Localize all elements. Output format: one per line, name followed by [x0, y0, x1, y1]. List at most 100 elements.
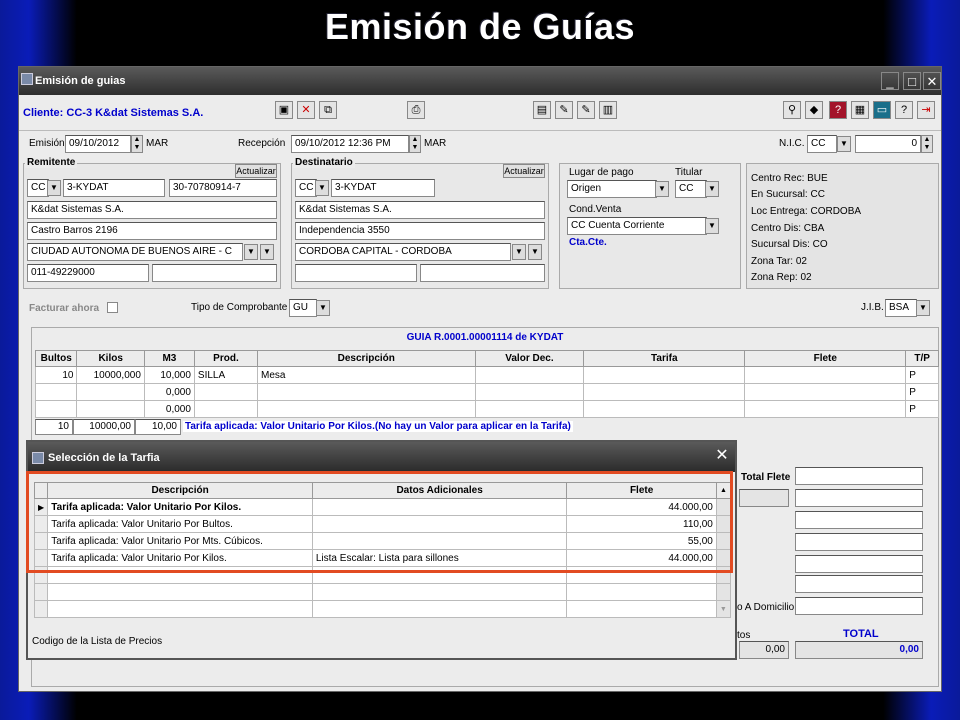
jib-dropdown[interactable]: ▼: [916, 300, 930, 316]
nic-dropdown[interactable]: ▼: [837, 136, 851, 152]
table-cell[interactable]: [744, 366, 907, 384]
destinatario-type-dropdown[interactable]: ▼: [315, 180, 329, 196]
row-selector[interactable]: [33, 600, 49, 618]
remitente-code[interactable]: 3-KYDAT: [63, 179, 165, 197]
table-cell[interactable]: P: [905, 366, 939, 384]
remitente-actualizar-button[interactable]: Actualizar: [235, 164, 277, 178]
list-item[interactable]: [33, 583, 732, 601]
help-icon[interactable]: ?: [829, 101, 847, 119]
domicilio-field[interactable]: [795, 597, 923, 615]
table-cell[interactable]: [193, 400, 259, 418]
nic-select[interactable]: CC: [807, 135, 837, 153]
field-b[interactable]: [795, 489, 923, 507]
titular-select[interactable]: CC: [675, 180, 707, 198]
cond-venta-select[interactable]: CC Cuenta Corriente: [567, 217, 707, 235]
table-cell[interactable]: P: [905, 400, 939, 418]
maximize-button[interactable]: □: [903, 72, 921, 90]
table-cell[interactable]: [193, 383, 259, 401]
save-icon[interactable]: ▣: [275, 101, 293, 119]
tarifa-cell[interactable]: [566, 583, 717, 601]
row-selector[interactable]: [33, 583, 49, 601]
table-cell[interactable]: SILLA: [193, 366, 259, 384]
calc-icon[interactable]: ▦: [851, 101, 869, 119]
table-row[interactable]: 10 10000,000 10,000 SILLA Mesa P: [34, 366, 939, 384]
tool-icon-1[interactable]: ▤: [533, 101, 551, 119]
tool-icon-2[interactable]: ✎: [555, 101, 573, 119]
comprobante-dropdown[interactable]: ▼: [316, 300, 330, 316]
destinatario-city-dropdown-2[interactable]: ▼: [528, 244, 542, 260]
table-cell[interactable]: [474, 366, 585, 384]
table-cell[interactable]: [583, 400, 746, 418]
screen-icon[interactable]: ▭: [873, 101, 891, 119]
recepcion-spinner[interactable]: ▲ ▼: [409, 135, 421, 153]
table-cell[interactable]: [34, 383, 78, 401]
field-d[interactable]: [795, 533, 923, 551]
table-cell[interactable]: [76, 383, 145, 401]
remitente-type[interactable]: CC: [27, 179, 49, 197]
table-cell[interactable]: Mesa: [257, 366, 476, 384]
total-flete-field[interactable]: [795, 467, 923, 485]
remitente-type-dropdown[interactable]: ▼: [47, 180, 61, 196]
copy-icon[interactable]: ⧉: [319, 101, 337, 119]
tarifa-cell[interactable]: [311, 600, 568, 618]
remitente-cuit[interactable]: 30-70780914-7: [169, 179, 277, 197]
remitente-city-dropdown-2[interactable]: ▼: [260, 244, 274, 260]
table-cell[interactable]: [583, 366, 746, 384]
field-e[interactable]: [795, 555, 923, 573]
scrollbar-track[interactable]: ▼: [715, 600, 732, 618]
info-icon[interactable]: ?: [895, 101, 913, 119]
field-c[interactable]: [795, 511, 923, 529]
destinatario-extra[interactable]: [420, 264, 545, 282]
delete-icon[interactable]: ✕: [297, 101, 315, 119]
field-f[interactable]: [795, 575, 923, 593]
table-cell[interactable]: 10,000: [143, 366, 195, 384]
cond-venta-dropdown[interactable]: ▼: [705, 218, 719, 234]
destinatario-type[interactable]: CC: [295, 179, 317, 197]
back-icon[interactable]: ◆: [805, 101, 823, 119]
table-row[interactable]: 0,000 P: [34, 383, 939, 401]
remitente-city-dropdown[interactable]: ▼: [244, 244, 258, 260]
table-cell[interactable]: [744, 400, 907, 418]
table-cell[interactable]: [257, 400, 476, 418]
remitente-name[interactable]: K&dat Sistemas S.A.: [27, 201, 277, 219]
tarifa-cell[interactable]: [47, 600, 313, 618]
destinatario-address[interactable]: Independencia 3550: [295, 222, 545, 240]
lugar-pago-dropdown[interactable]: ▼: [655, 181, 669, 197]
table-cell[interactable]: [474, 383, 585, 401]
remitente-phone[interactable]: 011-49229000: [27, 264, 149, 282]
remitente-extra[interactable]: [152, 264, 277, 282]
table-row[interactable]: 0,000 P: [34, 400, 939, 418]
table-cell[interactable]: 10000,000: [76, 366, 145, 384]
destinatario-code[interactable]: 3-KYDAT: [331, 179, 435, 197]
recepcion-datetime[interactable]: 09/10/2012 12:36 PM: [291, 135, 409, 153]
tarifa-cell[interactable]: [47, 583, 313, 601]
table-cell[interactable]: [744, 383, 907, 401]
list-item[interactable]: ▼: [33, 600, 732, 618]
table-cell[interactable]: [583, 383, 746, 401]
table-cell[interactable]: 0,000: [143, 400, 195, 418]
emision-date[interactable]: 09/10/2012: [65, 135, 131, 153]
table-cell[interactable]: [257, 383, 476, 401]
close-button[interactable]: ✕: [923, 72, 941, 90]
remitente-city[interactable]: CIUDAD AUTONOMA DE BUENOS AIRE - C: [27, 243, 243, 261]
comprobante-select[interactable]: GU: [289, 299, 317, 317]
remitente-address[interactable]: Castro Barros 2196: [27, 222, 277, 240]
nic-spinner[interactable]: ▲ ▼: [921, 135, 933, 153]
lugar-pago-select[interactable]: Origen: [567, 180, 657, 198]
emision-spinner[interactable]: ▲ ▼: [131, 135, 143, 153]
tool-icon-4[interactable]: ▥: [599, 101, 617, 119]
table-cell[interactable]: 10: [34, 366, 78, 384]
destinatario-city-dropdown[interactable]: ▼: [512, 244, 526, 260]
destinatario-phone[interactable]: [295, 264, 417, 282]
scrollbar-track[interactable]: [715, 583, 732, 601]
table-cell[interactable]: P: [905, 383, 939, 401]
destinatario-city[interactable]: CORDOBA CAPITAL - CORDOBA: [295, 243, 511, 261]
titular-dropdown[interactable]: ▼: [705, 181, 719, 197]
table-cell[interactable]: [34, 400, 78, 418]
exit-icon[interactable]: ⇥: [917, 101, 935, 119]
minimize-button[interactable]: _: [881, 72, 899, 90]
tarifa-cell[interactable]: [566, 600, 717, 618]
destinatario-actualizar-button[interactable]: Actualizar: [503, 164, 545, 178]
table-cell[interactable]: [76, 400, 145, 418]
tarifa-cell[interactable]: [311, 583, 568, 601]
